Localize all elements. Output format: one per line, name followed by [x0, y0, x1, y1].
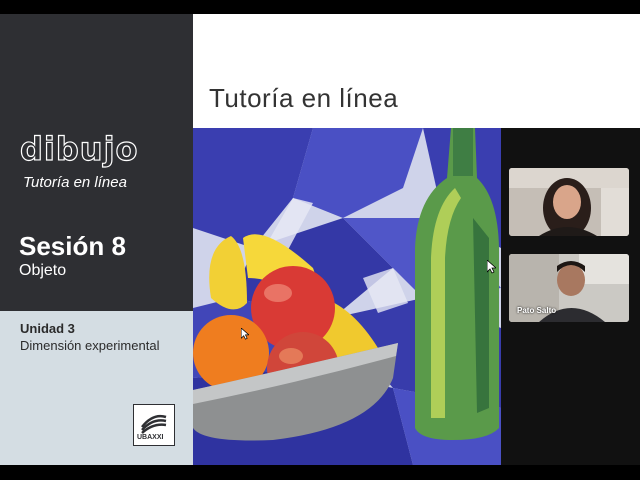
participant-name: Pato Salto — [517, 306, 557, 315]
logo-subtitle: Tutoría en línea — [23, 174, 127, 191]
mouse-cursor-icon — [241, 328, 249, 340]
still-life-painting — [193, 128, 501, 465]
uba-logo-text: UBAXXI — [137, 434, 164, 441]
session-title: Sesión 8 — [19, 231, 126, 261]
unit-subtitle: Dimensión experimental — [20, 338, 160, 353]
participant-video-tile[interactable]: Pato Salto — [509, 254, 629, 322]
dibujo-logo: dibujo — [19, 129, 139, 168]
bottom-black-bar — [0, 465, 640, 480]
mouse-cursor-icon — [487, 260, 496, 274]
slide-title: Tutoría en línea — [209, 83, 399, 113]
session-subtitle: Objeto — [19, 262, 67, 279]
unit-title: Unidad 3 — [20, 321, 75, 336]
participant-video-tile[interactable] — [509, 168, 629, 236]
top-black-bar — [0, 0, 640, 14]
